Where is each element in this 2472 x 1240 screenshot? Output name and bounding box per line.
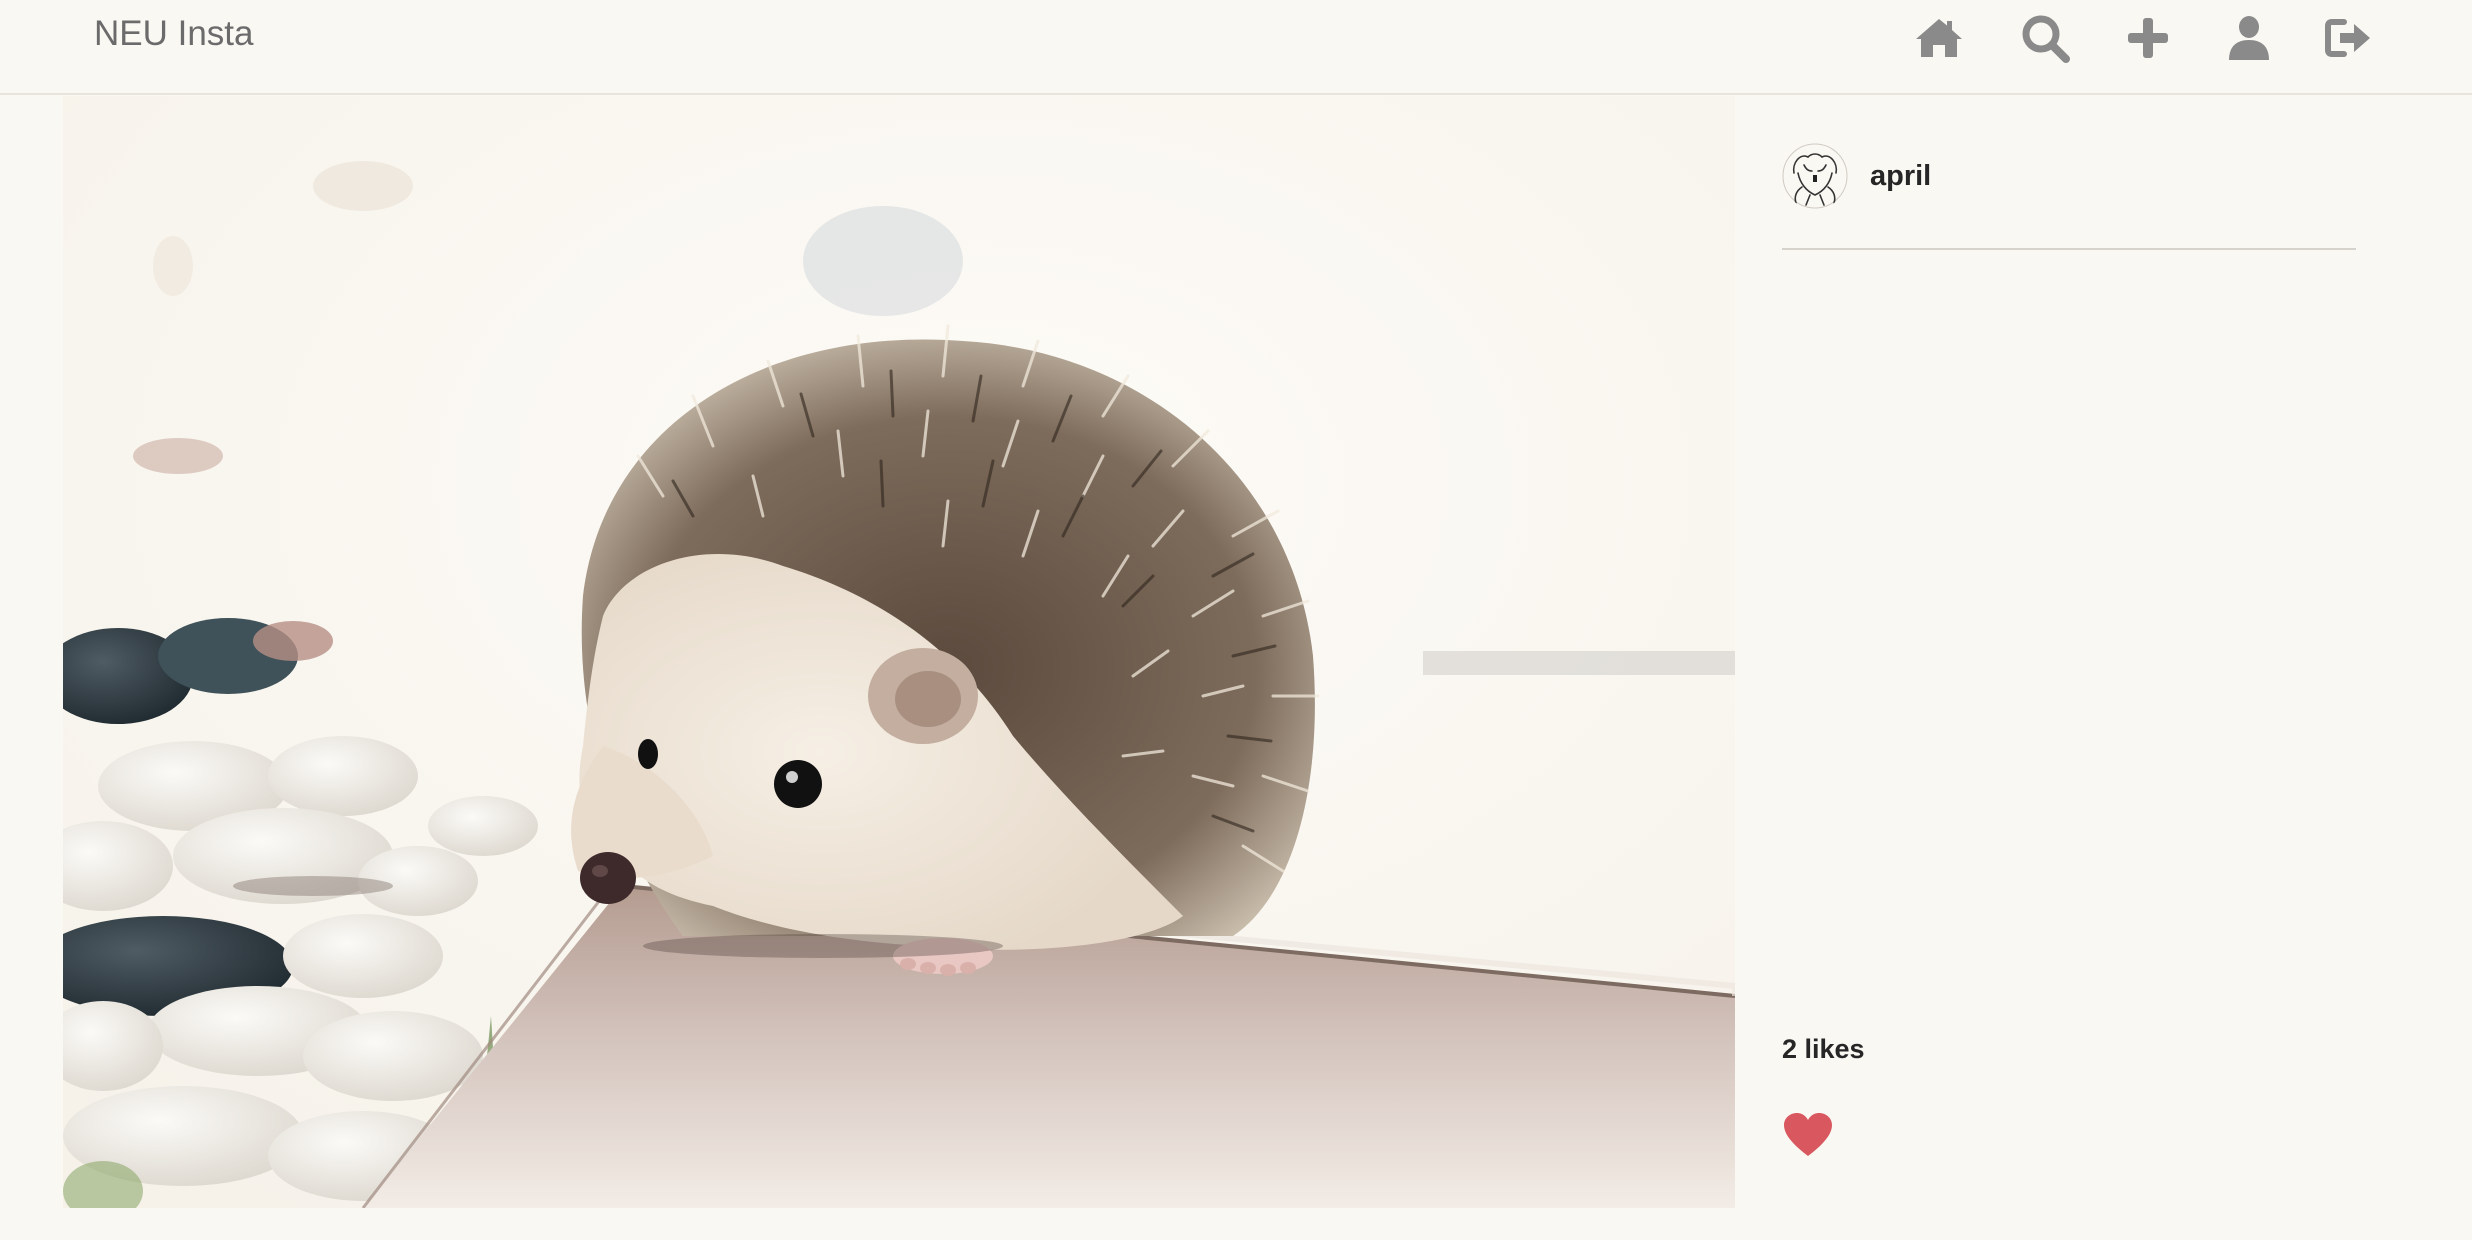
- post-author: april: [1782, 141, 1931, 211]
- user-icon: [2229, 16, 2269, 60]
- home-button[interactable]: [1911, 10, 1967, 66]
- new-post-button[interactable]: [2120, 10, 2176, 66]
- top-navbar: NEU Insta: [0, 0, 2472, 95]
- logout-button[interactable]: [2321, 10, 2377, 66]
- author-avatar[interactable]: [1782, 143, 1848, 209]
- author-username[interactable]: april: [1870, 160, 1931, 193]
- sidebar-divider: [1782, 248, 2356, 250]
- avatar-sketch-icon: [1782, 143, 1848, 209]
- like-button[interactable]: [1782, 1112, 1834, 1158]
- search-button[interactable]: [2017, 10, 2073, 66]
- logout-icon: [2325, 19, 2370, 57]
- likes-count: 2 likes: [1782, 1034, 1865, 1064]
- post-image[interactable]: [63, 96, 1735, 1208]
- brand-logo[interactable]: NEU Insta: [94, 14, 254, 54]
- hedgehog-photo: [63, 96, 1735, 1208]
- heart-icon: [1784, 1113, 1832, 1156]
- post-sidebar: april 2 likes: [1782, 96, 2356, 1208]
- plus-icon: [2128, 18, 2168, 58]
- home-icon: [1916, 19, 1962, 57]
- profile-button[interactable]: [2221, 10, 2277, 66]
- search-icon: [2022, 15, 2070, 63]
